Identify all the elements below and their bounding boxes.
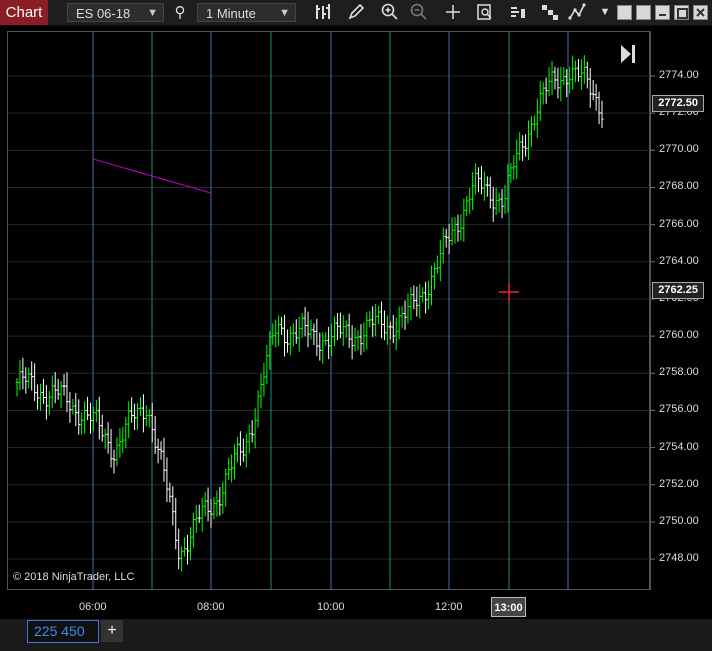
chart-tab-225-450[interactable]: 225 450 xyxy=(27,620,99,643)
price-label: 2748.00 xyxy=(659,552,699,565)
price-label: 2752.00 xyxy=(659,477,699,490)
price-label: 2770.00 xyxy=(659,143,699,156)
price-label: 2758.00 xyxy=(659,366,699,379)
price-label: 2750.00 xyxy=(659,514,699,527)
price-label: 2754.00 xyxy=(659,440,699,453)
price-label: 2760.00 xyxy=(659,329,699,342)
price-label: 2756.00 xyxy=(659,403,699,416)
time-label: 06:00 xyxy=(79,601,107,613)
last-price-marker: 2772.50 xyxy=(652,95,704,112)
crosshair-price-marker: 2762.25 xyxy=(652,282,704,299)
crosshair-time-marker: 13:00 xyxy=(491,597,526,617)
price-chart[interactable] xyxy=(0,0,712,651)
price-label: 2774.00 xyxy=(659,69,699,81)
time-label: 12:00 xyxy=(435,601,463,613)
price-label: 2766.00 xyxy=(659,217,699,230)
jump-to-end-icon[interactable] xyxy=(619,43,637,65)
time-label: 10:00 xyxy=(317,601,345,613)
copyright-text: © 2018 NinjaTrader, LLC xyxy=(13,571,135,583)
price-label: 2764.00 xyxy=(659,254,699,267)
time-label: 08:00 xyxy=(197,601,225,613)
add-tab-button[interactable]: + xyxy=(101,620,123,642)
session-lines xyxy=(92,32,569,589)
price-bars xyxy=(15,55,604,572)
price-label: 2768.00 xyxy=(659,180,699,193)
